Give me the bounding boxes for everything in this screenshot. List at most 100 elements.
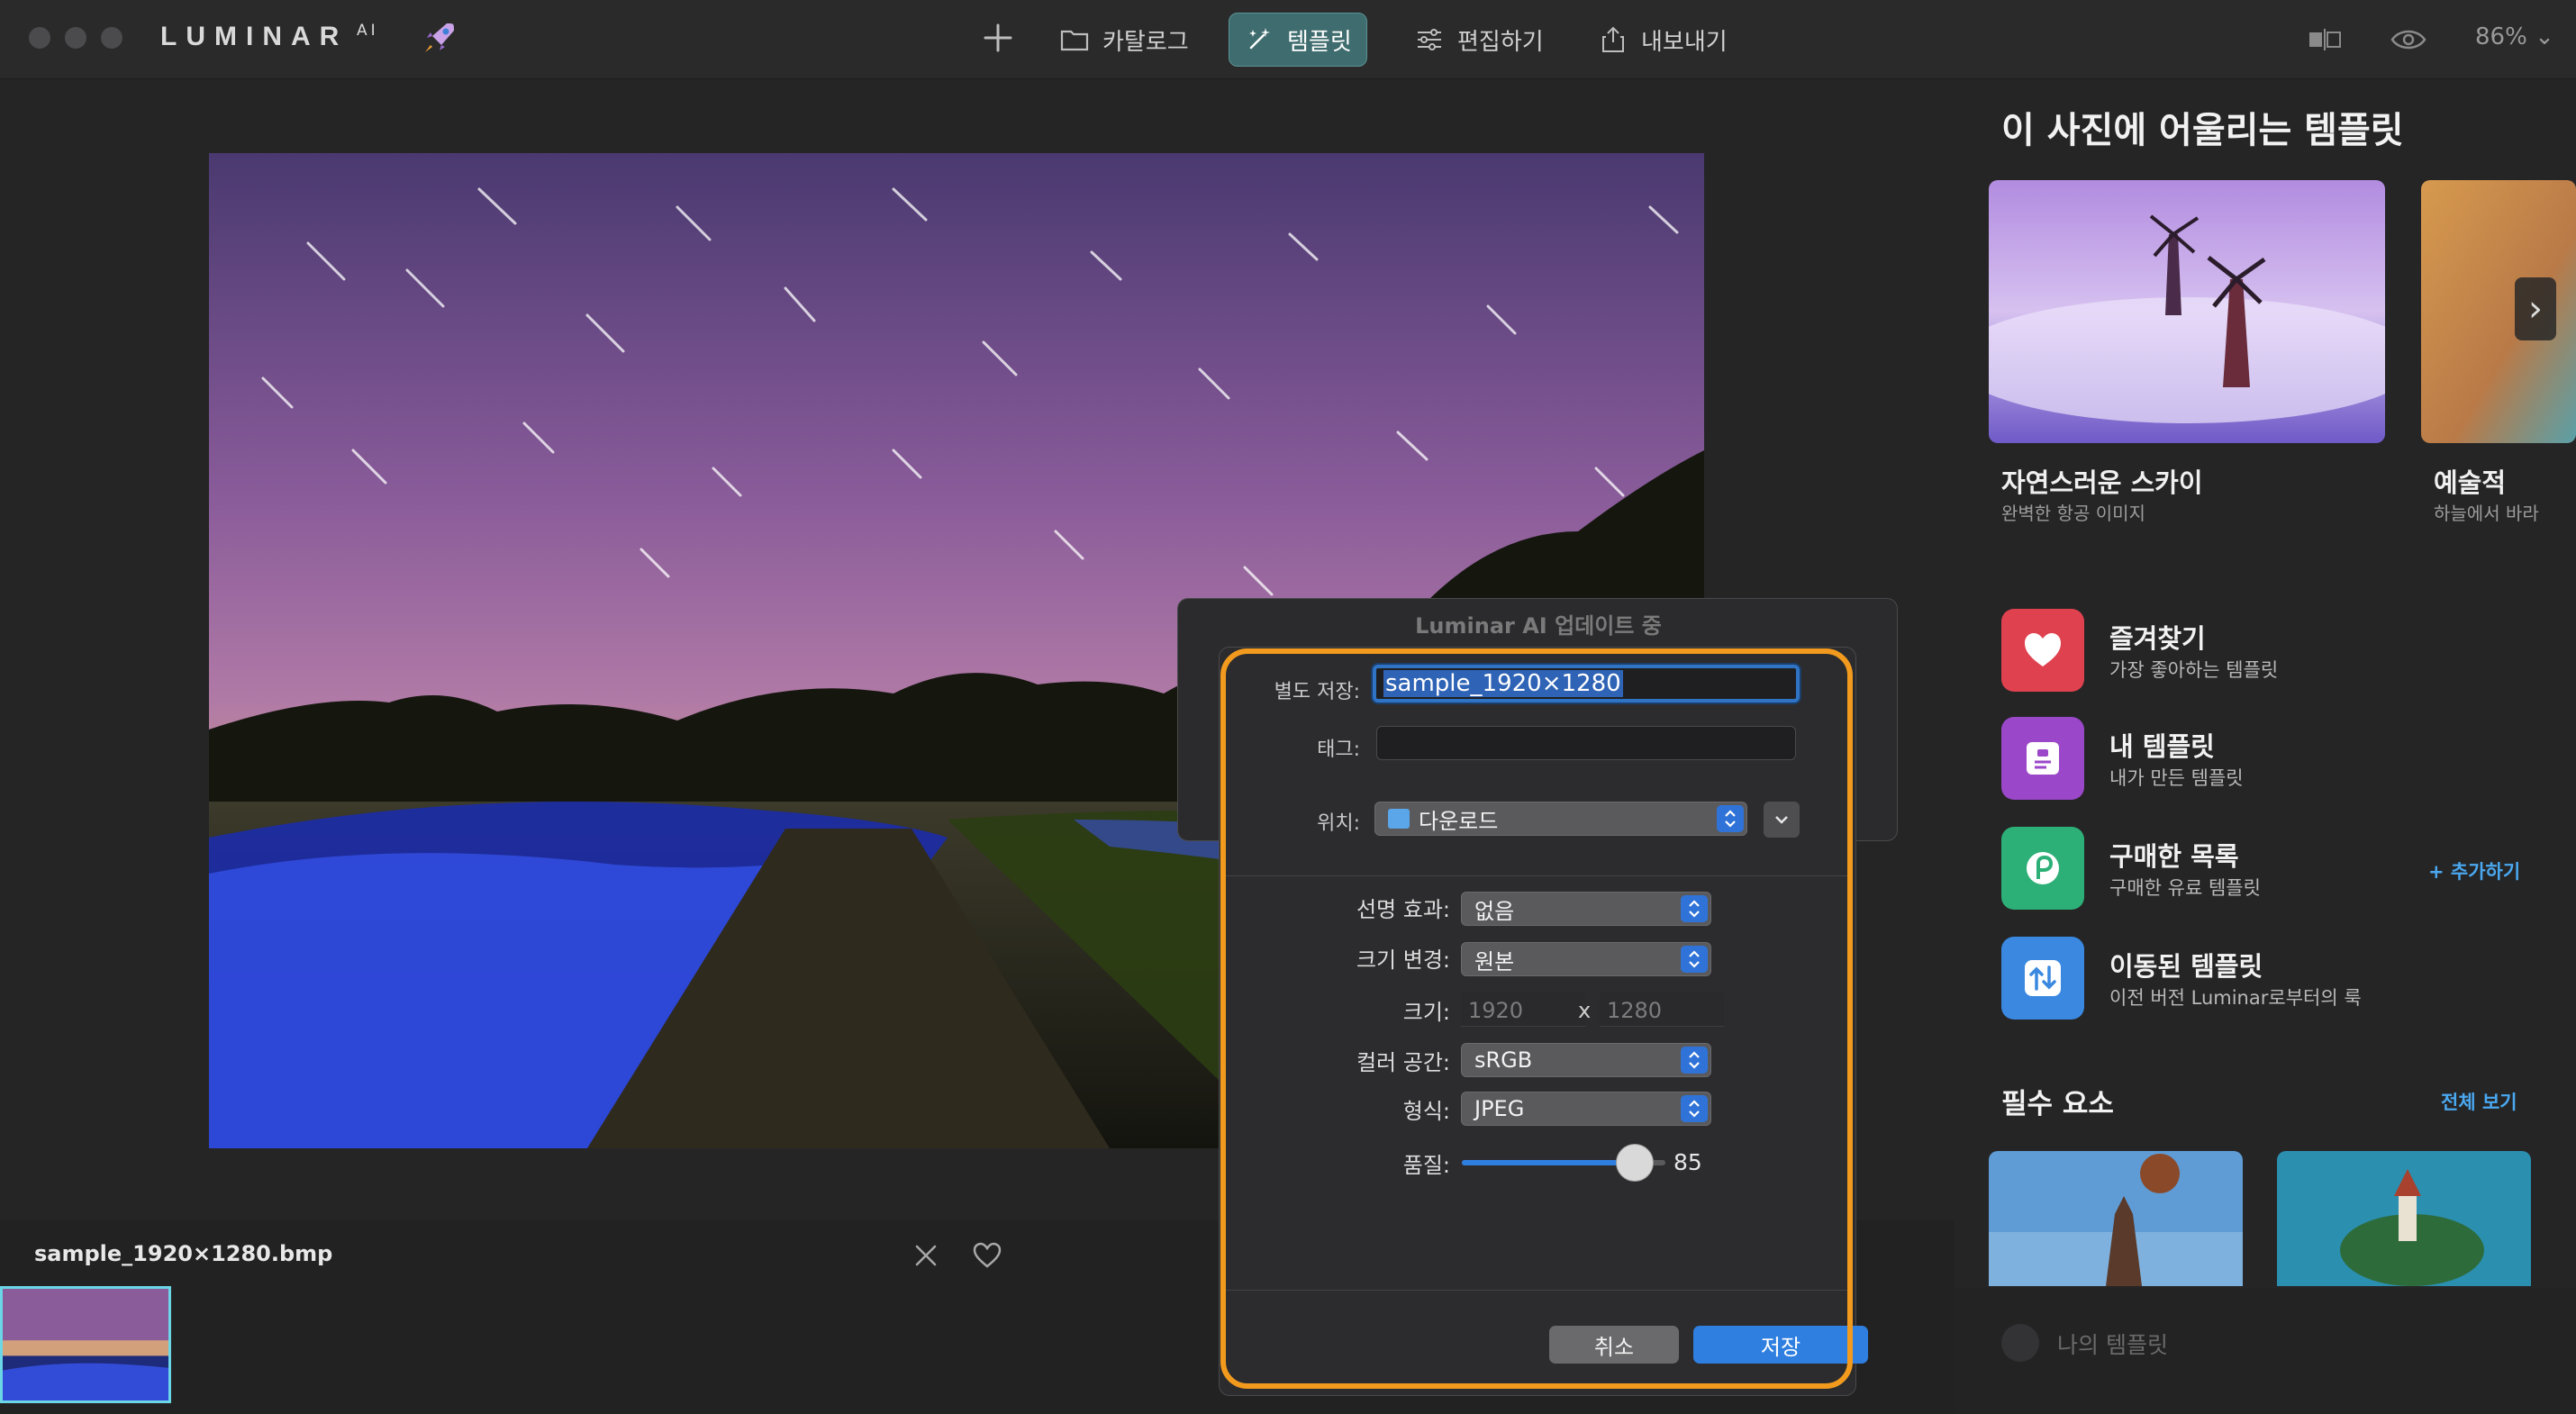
essentials-heading: 필수 요소 xyxy=(2001,1088,2114,1120)
colorspace-popup[interactable]: sRGB xyxy=(1461,1043,1711,1077)
chevron-down-icon: ⌄ xyxy=(2535,23,2554,50)
zoom-window-button[interactable] xyxy=(101,27,122,49)
category-title: 구매한 목록 xyxy=(2109,841,2239,872)
resize-popup[interactable]: 원본 xyxy=(1461,942,1711,976)
purchase-icon xyxy=(2001,827,2084,910)
add-purchased-link[interactable]: + 추가하기 xyxy=(2428,857,2520,884)
magic-wand-icon xyxy=(1249,28,1270,50)
tab-templates-label: 템플릿 xyxy=(1287,28,1352,56)
height-field[interactable]: 1280 xyxy=(1600,993,1724,1027)
my-templates-bar xyxy=(1955,1288,2576,1414)
category-subtitle: 구매한 유료 템플릿 xyxy=(2109,877,2261,899)
sharpen-value: 없음 xyxy=(1474,898,1515,924)
share-icon xyxy=(1602,26,1624,52)
category-my-templates[interactable]: 내 템플릿 내가 만든 템플릿 xyxy=(2001,717,2542,802)
rocket-icon[interactable] xyxy=(420,18,459,58)
quality-slider-thumb[interactable] xyxy=(1616,1144,1654,1182)
eye-icon[interactable] xyxy=(2389,22,2428,58)
zoom-level-dropdown[interactable]: 86% ⌄ xyxy=(2475,23,2554,50)
category-migrated[interactable]: 이동된 템플릿 이전 버전 Luminar로부터의 룩 xyxy=(2001,937,2542,1021)
close-icon[interactable] xyxy=(910,1239,942,1272)
minimize-window-button[interactable] xyxy=(65,27,86,49)
see-all-link[interactable]: 전체 보기 xyxy=(2441,1088,2517,1115)
sharpen-popup[interactable]: 없음 xyxy=(1461,892,1711,926)
quality-label: 품질: xyxy=(1402,1153,1450,1178)
save-button[interactable]: 저장 xyxy=(1693,1326,1868,1364)
my-templates-label: 나의 템플릿 xyxy=(2057,1332,2168,1358)
template-name: 예술적 xyxy=(2434,467,2507,498)
category-title: 즐겨찾기 xyxy=(2109,623,2206,654)
size-label: 크기: xyxy=(1402,1000,1450,1025)
essential-card[interactable] xyxy=(1989,1151,2243,1286)
dialog-divider xyxy=(1221,875,1852,876)
downloads-folder-icon xyxy=(1388,809,1410,829)
dialog-divider xyxy=(1221,1290,1852,1291)
template-subtitle: 하늘에서 바라 xyxy=(2434,503,2539,524)
tab-catalog-label: 카탈로그 xyxy=(1102,28,1189,56)
app-logo: LUMINAR xyxy=(160,22,349,51)
tab-catalog[interactable]: 카탈로그 xyxy=(1045,13,1203,67)
close-window-button[interactable] xyxy=(29,27,50,49)
sliders-icon xyxy=(1418,29,1441,50)
tags-label: 태그: xyxy=(1317,739,1360,761)
quality-value: 85 xyxy=(1673,1149,1702,1175)
format-label: 형식: xyxy=(1402,1099,1450,1124)
folder-icon xyxy=(1060,30,1089,51)
essential-card[interactable] xyxy=(2277,1151,2531,1286)
width-field[interactable]: 1920 xyxy=(1461,993,1585,1027)
resize-value: 원본 xyxy=(1474,948,1515,974)
update-sheet-title: Luminar AI 업데이트 중 xyxy=(1415,613,1662,639)
cancel-button[interactable]: 취소 xyxy=(1549,1326,1679,1364)
colorspace-label: 컬러 공간: xyxy=(1356,1050,1450,1075)
up-down-chevron-icon xyxy=(1681,1047,1708,1074)
panel-title: 이 사진에 어울리는 템플릿 xyxy=(2001,110,2404,151)
template-card-natural-sky[interactable] xyxy=(1989,180,2385,443)
resize-label: 크기 변경: xyxy=(1356,947,1450,973)
tab-export-label: 내보내기 xyxy=(1641,28,1728,56)
format-popup[interactable]: JPEG xyxy=(1461,1092,1711,1126)
compare-view-icon[interactable] xyxy=(2306,22,2347,58)
template-name: 자연스러운 스카이 xyxy=(2001,467,2203,498)
filmstrip-thumbnail[interactable] xyxy=(0,1286,171,1403)
where-label: 위치: xyxy=(1317,812,1360,835)
add-photos-icon[interactable] xyxy=(980,20,1016,56)
heart-outline-icon[interactable] xyxy=(971,1239,1003,1272)
heart-icon xyxy=(2001,609,2084,692)
category-title: 내 템플릿 xyxy=(2109,731,2215,762)
category-favorites[interactable]: 즐겨찾기 가장 좋아하는 템플릿 xyxy=(2001,609,2542,693)
tab-export[interactable]: 내보내기 xyxy=(1583,13,1742,67)
tab-edit-label: 편집하기 xyxy=(1457,28,1544,56)
up-down-chevron-icon xyxy=(1681,1095,1708,1122)
filmstrip-filename: sample_1920×1280.bmp xyxy=(34,1241,333,1266)
transfer-icon xyxy=(2001,937,2084,1020)
tab-templates[interactable]: 템플릿 xyxy=(1229,13,1367,67)
expand-dialog-button[interactable] xyxy=(1764,802,1800,838)
colorspace-value: sRGB xyxy=(1474,1047,1533,1073)
my-templates-toggle[interactable] xyxy=(2001,1324,2039,1362)
next-arrow-icon[interactable]: › xyxy=(2515,277,2556,340)
category-subtitle: 가장 좋아하는 템플릿 xyxy=(2109,659,2279,681)
where-popup[interactable]: 다운로드 xyxy=(1374,802,1747,836)
category-subtitle: 내가 만든 템플릿 xyxy=(2109,767,2244,789)
format-value: JPEG xyxy=(1474,1096,1525,1121)
quality-slider-fill xyxy=(1462,1160,1635,1165)
where-value: 다운로드 xyxy=(1419,808,1499,834)
zoom-level-value: 86% xyxy=(2475,23,2527,50)
document-icon xyxy=(2001,717,2084,800)
up-down-chevron-icon xyxy=(1681,946,1708,973)
tags-field[interactable] xyxy=(1376,726,1796,760)
chevron-down-icon xyxy=(1775,816,1788,824)
save-as-label: 별도 저장: xyxy=(1274,681,1360,703)
category-subtitle: 이전 버전 Luminar로부터의 룩 xyxy=(2109,987,2362,1009)
tab-edit[interactable]: 편집하기 xyxy=(1400,13,1558,67)
category-title: 이동된 템플릿 xyxy=(2109,951,2263,982)
app-logo-suffix: AI xyxy=(357,22,379,40)
up-down-chevron-icon xyxy=(1717,805,1744,832)
top-toolbar: LUMINAR AI 카탈로그 템플릿 편집하기 내보내기 86% ⌄ xyxy=(0,0,2576,79)
sharpen-label: 선명 효과: xyxy=(1356,897,1450,922)
size-separator: x xyxy=(1578,998,1592,1023)
save-as-field[interactable]: sample_1920×1280 xyxy=(1373,665,1800,702)
save-as-value: sample_1920×1280 xyxy=(1383,670,1623,697)
template-subtitle: 완벽한 항공 이미지 xyxy=(2001,503,2145,524)
up-down-chevron-icon xyxy=(1681,895,1708,922)
